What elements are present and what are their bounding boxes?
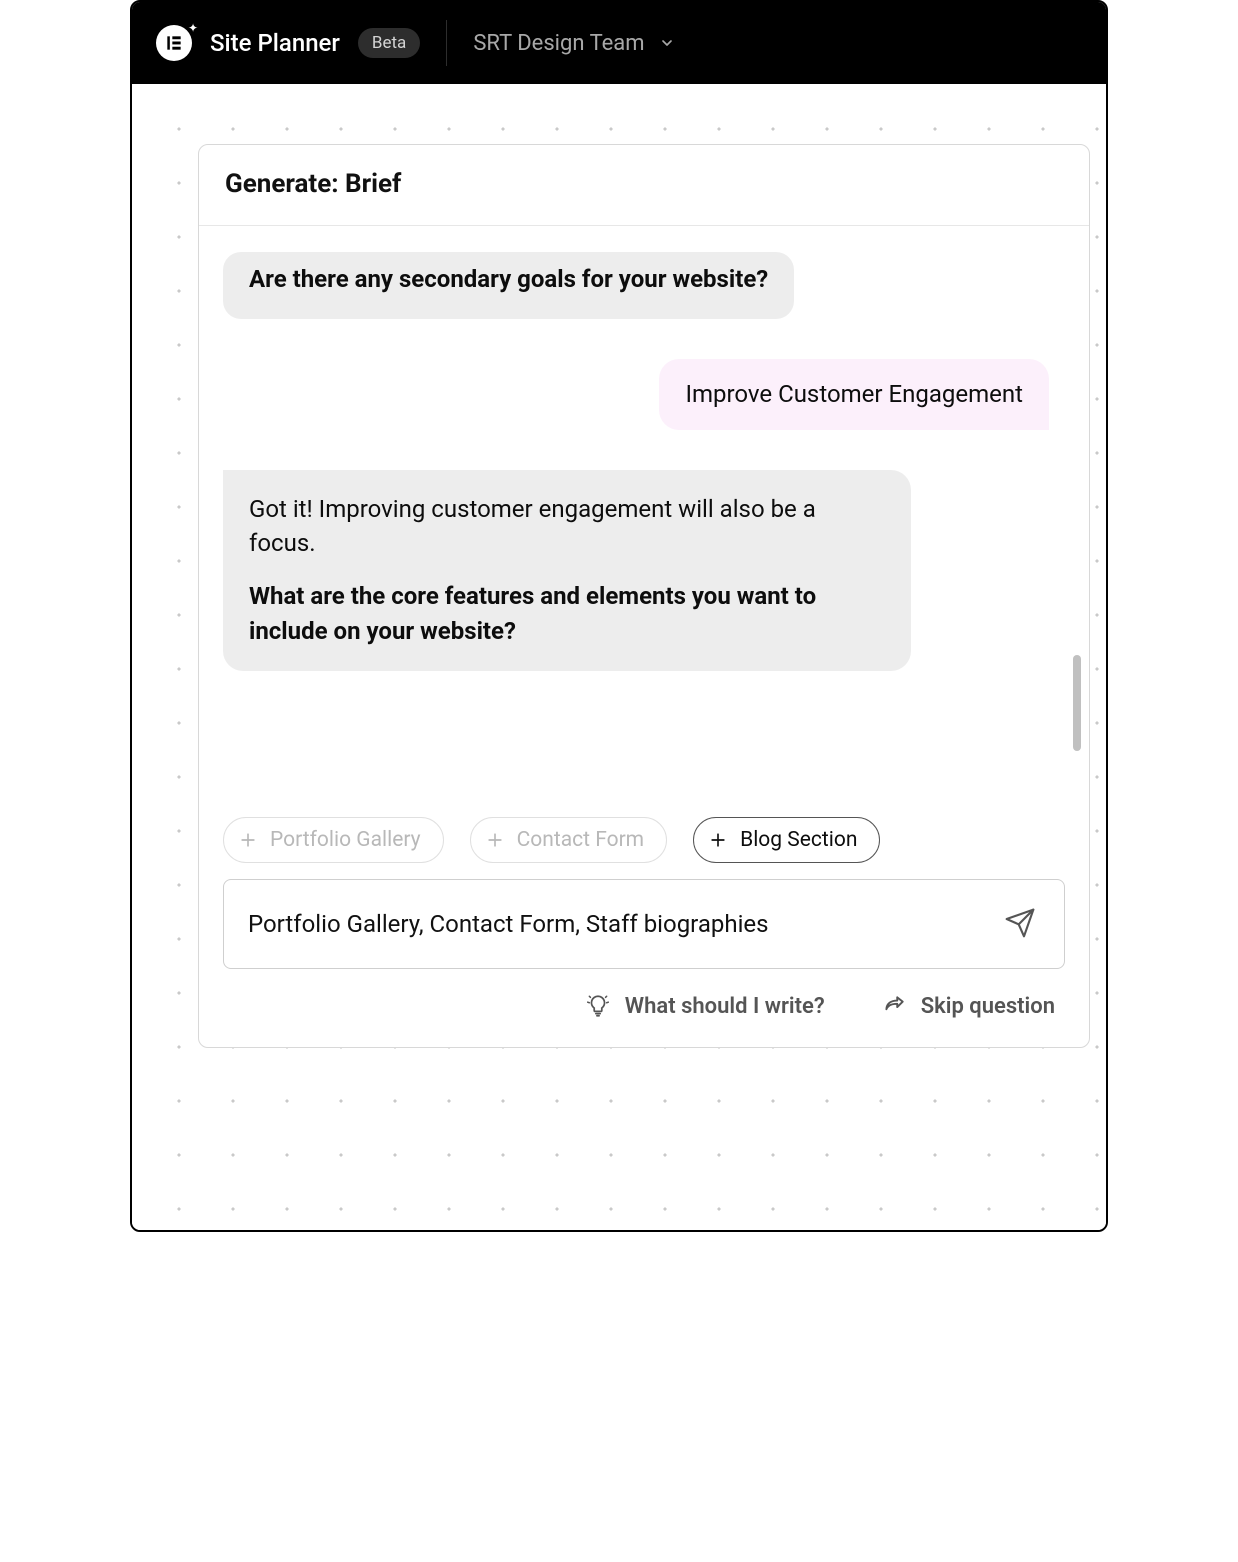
helper-actions: What should I write? Skip question	[199, 969, 1089, 1047]
chip-contact-form[interactable]: Contact Form	[470, 817, 668, 863]
team-name: SRT Design Team	[473, 31, 644, 56]
user-message: Improve Customer Engagement	[659, 359, 1049, 430]
send-icon	[1004, 907, 1036, 939]
ai-message: Are there any secondary goals for your w…	[223, 252, 794, 319]
action-label: What should I write?	[625, 994, 825, 1019]
app-window: ✦ Site Planner Beta SRT Design Team Gene…	[130, 0, 1108, 1232]
ai-question: What are the core features and elements …	[249, 579, 885, 649]
redo-arrow-icon	[881, 993, 907, 1019]
chevron-down-icon	[659, 35, 675, 51]
plus-icon	[238, 830, 258, 850]
panel-title: Generate: Brief	[225, 169, 1063, 199]
chip-portfolio-gallery[interactable]: Portfolio Gallery	[223, 817, 444, 863]
skip-question-button[interactable]: Skip question	[881, 993, 1055, 1019]
chip-label: Blog Section	[740, 828, 857, 852]
canvas-area: Generate: Brief Are there any secondary …	[132, 84, 1106, 1230]
app-title: Site Planner	[210, 29, 340, 57]
scroll-thumb[interactable]	[1073, 655, 1081, 752]
plus-icon	[708, 830, 728, 850]
ai-text: Got it! Improving customer engagement wi…	[249, 492, 885, 562]
panel-header: Generate: Brief	[199, 145, 1089, 226]
ai-message: Got it! Improving customer engagement wi…	[223, 470, 911, 671]
scrollbar[interactable]	[1073, 252, 1081, 789]
action-label: Skip question	[921, 994, 1055, 1019]
message-list: Are there any secondary goals for your w…	[223, 252, 1065, 671]
message-input-row	[223, 879, 1065, 969]
ai-question: Are there any secondary goals for your w…	[249, 262, 768, 297]
chip-label: Contact Form	[517, 828, 645, 852]
lightbulb-icon	[585, 993, 611, 1019]
plus-icon	[485, 830, 505, 850]
what-should-i-write-button[interactable]: What should I write?	[585, 993, 825, 1019]
send-button[interactable]	[996, 899, 1044, 950]
beta-badge: Beta	[358, 28, 420, 58]
top-bar: ✦ Site Planner Beta SRT Design Team	[132, 2, 1106, 84]
chip-label: Portfolio Gallery	[270, 828, 421, 852]
app-logo-icon: ✦	[156, 25, 192, 61]
team-switcher[interactable]: SRT Design Team	[473, 31, 674, 56]
chat-scroll-area[interactable]: Are there any secondary goals for your w…	[199, 226, 1089, 789]
chip-blog-section[interactable]: Blog Section	[693, 817, 880, 863]
generate-brief-panel: Generate: Brief Are there any secondary …	[198, 144, 1090, 1048]
suggestion-chips: Portfolio Gallery Contact Form Blog Sect…	[199, 789, 1089, 863]
message-input[interactable]	[248, 910, 996, 938]
vertical-divider	[446, 20, 447, 66]
sparkle-icon: ✦	[188, 21, 198, 35]
